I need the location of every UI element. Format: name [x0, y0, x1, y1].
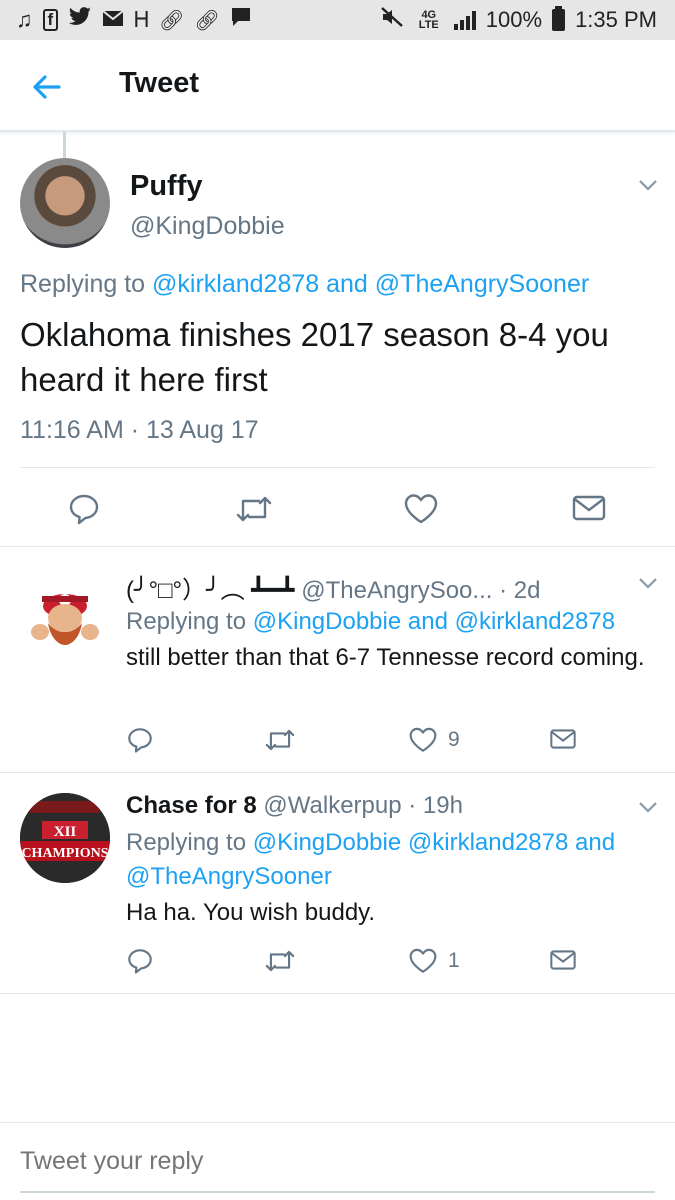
thread-connector	[63, 132, 66, 158]
link-icon: 🔗︎	[159, 9, 185, 32]
music-note-icon: ♫	[16, 7, 33, 32]
retweet-icon	[265, 950, 295, 972]
link-icon: 🔗︎	[194, 9, 220, 32]
mention-link[interactable]: @KingDobbie	[253, 608, 401, 635]
replying-to: Replying to @KingDobbie and @kirkland287…	[126, 608, 615, 636]
reply-input[interactable]	[20, 1147, 650, 1176]
replying-to: Replying to @kirkland2878 and @TheAngryS…	[20, 270, 589, 299]
avatar[interactable]	[20, 568, 110, 658]
like-button[interactable]: 1	[408, 947, 460, 975]
mail-share-icon	[550, 729, 576, 749]
status-bar: ♫ f Ꮋ 🔗︎ 🔗︎ 4G LTE 100% 1:35 PM	[0, 0, 675, 40]
clock: 1:35 PM	[575, 7, 657, 32]
replying-to: Replying to @KingDobbie @kirkland2878 an…	[126, 829, 615, 857]
back-arrow-icon	[33, 75, 61, 99]
reply-button[interactable]	[126, 947, 154, 975]
mute-icon	[380, 6, 404, 34]
tweet-text: still better than that 6-7 Tennesse reco…	[126, 644, 645, 671]
author-handle[interactable]: @Walkerpup	[263, 792, 401, 819]
mention-link[interactable]: @KingDobbie	[253, 829, 401, 856]
signal-icon	[453, 10, 476, 30]
retweet-icon	[265, 729, 295, 751]
author-handle[interactable]: @TheAngrySoo...	[301, 577, 492, 604]
tweet-actions	[0, 482, 675, 536]
back-button[interactable]	[30, 70, 64, 104]
reply-composer	[0, 1122, 675, 1200]
heart-icon	[404, 494, 438, 524]
author-name[interactable]: (╯°□°）╯︵ ┻━┻	[126, 577, 295, 604]
like-button[interactable]	[403, 492, 439, 526]
like-button[interactable]: 9	[408, 726, 460, 754]
battery-icon	[552, 6, 566, 31]
divider	[0, 772, 675, 773]
divider	[0, 993, 675, 994]
avatar[interactable]	[20, 158, 110, 248]
facebook-icon: f	[42, 9, 59, 31]
retweet-button[interactable]	[264, 726, 296, 754]
app-bar: Tweet	[0, 40, 675, 132]
divider	[0, 546, 675, 547]
tweet-header: Chase for 8 @Walkerpup · 19h	[126, 792, 463, 820]
tweet-text: Ha ha. You wish buddy.	[126, 899, 376, 926]
heart-icon	[409, 727, 437, 752]
share-button[interactable]	[549, 727, 577, 751]
reply-icon	[128, 728, 152, 753]
mail-share-icon	[550, 950, 576, 970]
mention-link[interactable]: @TheAngrySooner	[375, 270, 589, 298]
mention-link[interactable]: @TheAngrySooner	[126, 863, 332, 890]
replying-prefix: Replying to	[20, 270, 146, 298]
twitter-icon	[68, 7, 92, 33]
notification-icons: ♫ f Ꮋ 🔗︎ 🔗︎	[16, 7, 252, 33]
mail-icon	[102, 7, 124, 33]
author-name[interactable]: Puffy	[130, 170, 203, 203]
replying-to-continued: @TheAngrySooner	[126, 863, 332, 891]
replying-and[interactable]: and	[408, 608, 448, 635]
reply-icon	[128, 949, 152, 974]
avatar-banner-text: CHAMPIONS	[21, 846, 108, 861]
share-button[interactable]	[571, 493, 607, 523]
tweet-text: Oklahoma finishes 2017 season 8-4 you he…	[20, 316, 609, 398]
tweet-age: · 2d	[499, 577, 541, 604]
retweet-button[interactable]	[264, 947, 296, 975]
chevron-down-icon[interactable]	[637, 572, 659, 594]
page-title: Tweet	[119, 67, 200, 99]
chevron-down-icon[interactable]	[637, 796, 659, 818]
reply-input-underline	[20, 1191, 655, 1193]
tweet-age: · 19h	[408, 792, 463, 819]
mention-link[interactable]: @kirkland2878	[152, 270, 319, 298]
mention-link[interactable]: @kirkland2878	[408, 829, 568, 856]
tweet-header: (╯°□°）╯︵ ┻━┻ @TheAngrySoo... · 2d	[126, 570, 540, 605]
like-count: 1	[448, 949, 460, 972]
reply-button[interactable]	[126, 726, 154, 754]
author-name[interactable]: Chase for 8	[126, 792, 257, 819]
reply-icon	[69, 494, 99, 525]
replying-and[interactable]: and	[326, 270, 368, 298]
chevron-down-icon[interactable]	[637, 174, 659, 196]
avatar-image	[31, 594, 99, 645]
system-icons: 4G LTE 100% 1:35 PM	[380, 6, 657, 34]
retweet-button[interactable]	[235, 492, 273, 526]
author-handle[interactable]: @KingDobbie	[130, 212, 285, 241]
replying-prefix: Replying to	[126, 608, 247, 635]
mail-share-icon	[572, 495, 606, 521]
replying-prefix: Replying to	[126, 829, 247, 856]
avatar-badge-text: XII	[54, 824, 77, 840]
replying-and[interactable]: and	[575, 829, 615, 856]
mention-link[interactable]: @kirkland2878	[455, 608, 615, 635]
battery-level: 100%	[485, 7, 543, 32]
retweet-icon	[236, 496, 272, 522]
chat-icon	[230, 7, 252, 33]
heart-icon	[409, 948, 437, 973]
avatar-image: XII CHAMPIONS	[20, 793, 110, 883]
like-count: 9	[448, 728, 460, 751]
avatar[interactable]: XII CHAMPIONS	[20, 793, 110, 883]
reply-button[interactable]	[67, 492, 101, 526]
share-button[interactable]	[549, 948, 577, 972]
divider	[20, 467, 655, 468]
h-app-icon: Ꮋ	[134, 7, 150, 32]
tweet-timestamp: 11:16 AM · 13 Aug 17	[20, 416, 259, 444]
network-type: 4G LTE	[418, 9, 439, 31]
